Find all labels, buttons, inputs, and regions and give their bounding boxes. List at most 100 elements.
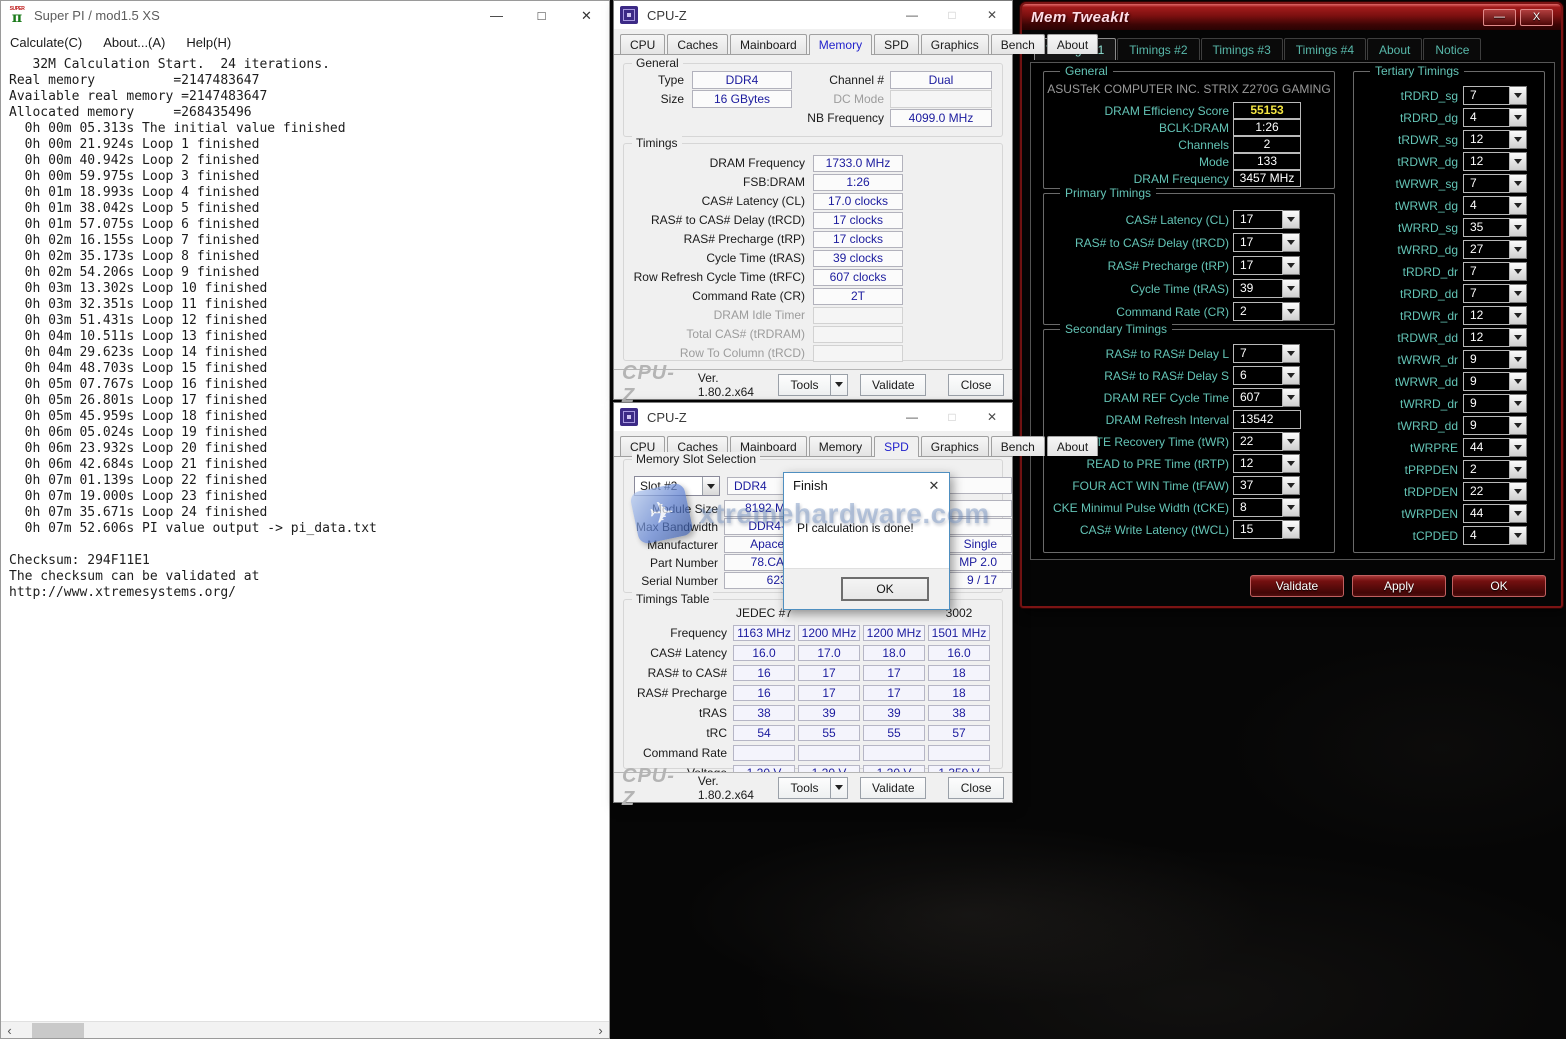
- dropdown-arrow-icon[interactable]: [1283, 498, 1300, 517]
- timing-dropdown[interactable]: 12: [1463, 152, 1527, 171]
- timing-dropdown[interactable]: 17: [1233, 210, 1300, 229]
- timing-dropdown[interactable]: 12: [1463, 306, 1527, 325]
- timing-dropdown[interactable]: 7: [1463, 262, 1527, 281]
- scroll-left-arrow-icon[interactable]: ‹: [1, 1022, 18, 1039]
- timing-dropdown[interactable]: 44: [1463, 504, 1527, 523]
- timing-dropdown[interactable]: 15: [1233, 520, 1300, 539]
- timing-dropdown[interactable]: 39: [1233, 279, 1300, 298]
- cpuz-tab[interactable]: SPD: [874, 34, 919, 54]
- timing-dropdown[interactable]: 13542: [1233, 410, 1301, 429]
- superpi-horizontal-scrollbar[interactable]: ‹ ›: [1, 1021, 609, 1038]
- cpuz-tab[interactable]: Bench: [991, 34, 1045, 54]
- dropdown-arrow-icon[interactable]: [1510, 394, 1527, 413]
- timing-dropdown[interactable]: 37: [1233, 476, 1300, 495]
- dropdown-arrow-icon[interactable]: [1510, 328, 1527, 347]
- close-icon[interactable]: ✕: [972, 1, 1012, 29]
- dropdown-arrow-icon[interactable]: [1283, 432, 1300, 451]
- minimize-icon[interactable]: —: [892, 1, 932, 29]
- dropdown-arrow-icon[interactable]: [1283, 476, 1300, 495]
- timing-dropdown[interactable]: 9: [1463, 416, 1527, 435]
- dropdown-arrow-icon[interactable]: [1510, 482, 1527, 501]
- dropdown-arrow-icon[interactable]: [1283, 366, 1300, 385]
- dropdown-arrow-icon[interactable]: [1510, 284, 1527, 303]
- dropdown-arrow-icon[interactable]: [1510, 438, 1527, 457]
- cpuz-tab[interactable]: Caches: [667, 34, 728, 54]
- cpuz-tab[interactable]: About: [1047, 34, 1098, 54]
- maximize-icon[interactable]: □: [519, 1, 564, 30]
- memtweakit-tab[interactable]: Notice: [1423, 38, 1481, 60]
- close-icon[interactable]: X: [1520, 9, 1553, 26]
- validate-button[interactable]: Validate: [860, 374, 926, 396]
- cpuz-tab[interactable]: Memory: [809, 436, 872, 456]
- dropdown-arrow-icon[interactable]: [1510, 108, 1527, 127]
- cpuz-tab[interactable]: SPD: [874, 436, 919, 457]
- dropdown-arrow-icon[interactable]: [1510, 86, 1527, 105]
- scrollbar-thumb[interactable]: [32, 1023, 84, 1038]
- cpuz-tab[interactable]: About: [1047, 436, 1098, 456]
- dropdown-arrow-icon[interactable]: [1283, 344, 1300, 363]
- cpuz-tab[interactable]: Memory: [809, 34, 872, 55]
- minimize-icon[interactable]: —: [474, 1, 519, 30]
- timing-dropdown[interactable]: 6: [1233, 366, 1300, 385]
- ok-button[interactable]: OK: [841, 577, 929, 601]
- timing-dropdown[interactable]: 9: [1463, 372, 1527, 391]
- superpi-menu-item[interactable]: Calculate(C): [10, 35, 82, 50]
- memtweakit-tab[interactable]: Timings #2: [1117, 38, 1199, 60]
- slot-select-dropdown[interactable]: Slot #2: [634, 476, 720, 496]
- timing-dropdown[interactable]: 17: [1233, 233, 1300, 252]
- scroll-right-arrow-icon[interactable]: ›: [592, 1022, 609, 1039]
- validate-button[interactable]: Validate: [860, 777, 926, 799]
- validate-button[interactable]: Validate: [1250, 575, 1344, 597]
- dropdown-arrow-icon[interactable]: [1283, 454, 1300, 473]
- dropdown-arrow-icon[interactable]: [1510, 174, 1527, 193]
- timing-dropdown[interactable]: 12: [1233, 454, 1300, 473]
- dropdown-arrow-icon[interactable]: [1283, 279, 1300, 298]
- ok-button[interactable]: OK: [1452, 575, 1546, 597]
- tools-dropdown-arrow-icon[interactable]: [831, 374, 848, 396]
- close-button[interactable]: Close: [948, 777, 1004, 799]
- timing-dropdown[interactable]: 2: [1463, 460, 1527, 479]
- timing-dropdown[interactable]: 35: [1463, 218, 1527, 237]
- dropdown-arrow-icon[interactable]: [1510, 262, 1527, 281]
- timing-dropdown[interactable]: 4: [1463, 108, 1527, 127]
- dropdown-arrow-icon[interactable]: [1283, 302, 1300, 321]
- cpuz-tab[interactable]: Bench: [991, 436, 1045, 456]
- tools-button[interactable]: Tools: [778, 374, 832, 396]
- timing-dropdown[interactable]: 27: [1463, 240, 1527, 259]
- timing-dropdown[interactable]: 7: [1463, 284, 1527, 303]
- dropdown-arrow-icon[interactable]: [1510, 240, 1527, 259]
- dropdown-arrow-icon[interactable]: [1510, 526, 1527, 545]
- cpuz-tab[interactable]: CPU: [620, 34, 665, 54]
- timing-dropdown[interactable]: 9: [1463, 350, 1527, 369]
- close-button[interactable]: Close: [948, 374, 1004, 396]
- timing-dropdown[interactable]: 22: [1463, 482, 1527, 501]
- timing-dropdown[interactable]: 12: [1463, 130, 1527, 149]
- dropdown-arrow-icon[interactable]: [1510, 306, 1527, 325]
- dropdown-arrow-icon[interactable]: [1510, 416, 1527, 435]
- timing-dropdown[interactable]: 22: [1233, 432, 1300, 451]
- superpi-menu-item[interactable]: About...(A): [103, 35, 165, 50]
- dropdown-arrow-icon[interactable]: [1283, 388, 1300, 407]
- timing-dropdown[interactable]: 9: [1463, 394, 1527, 413]
- minimize-icon[interactable]: —: [1483, 9, 1516, 26]
- superpi-menu-item[interactable]: Help(H): [186, 35, 231, 50]
- dropdown-arrow-icon[interactable]: [1283, 256, 1300, 275]
- timing-dropdown[interactable]: 2: [1233, 302, 1300, 321]
- timing-dropdown[interactable]: 4: [1463, 196, 1527, 215]
- timing-dropdown[interactable]: 8: [1233, 498, 1300, 517]
- cpuz-tab[interactable]: Graphics: [921, 436, 989, 456]
- timing-dropdown[interactable]: 7: [1463, 174, 1527, 193]
- dropdown-arrow-icon[interactable]: [1510, 372, 1527, 391]
- timing-dropdown[interactable]: 17: [1233, 256, 1300, 275]
- dropdown-arrow-icon[interactable]: [1510, 152, 1527, 171]
- dropdown-arrow-icon[interactable]: [1510, 130, 1527, 149]
- timing-dropdown[interactable]: 607: [1233, 388, 1300, 407]
- dropdown-arrow-icon[interactable]: [1510, 460, 1527, 479]
- tools-button[interactable]: Tools: [778, 777, 832, 799]
- memtweakit-tab[interactable]: Timings #4: [1284, 38, 1366, 60]
- timing-dropdown[interactable]: 12: [1463, 328, 1527, 347]
- close-icon[interactable]: ✕: [919, 473, 949, 498]
- dropdown-arrow-icon[interactable]: [1510, 218, 1527, 237]
- dropdown-arrow-icon[interactable]: [1283, 233, 1300, 252]
- close-icon[interactable]: ✕: [972, 403, 1012, 431]
